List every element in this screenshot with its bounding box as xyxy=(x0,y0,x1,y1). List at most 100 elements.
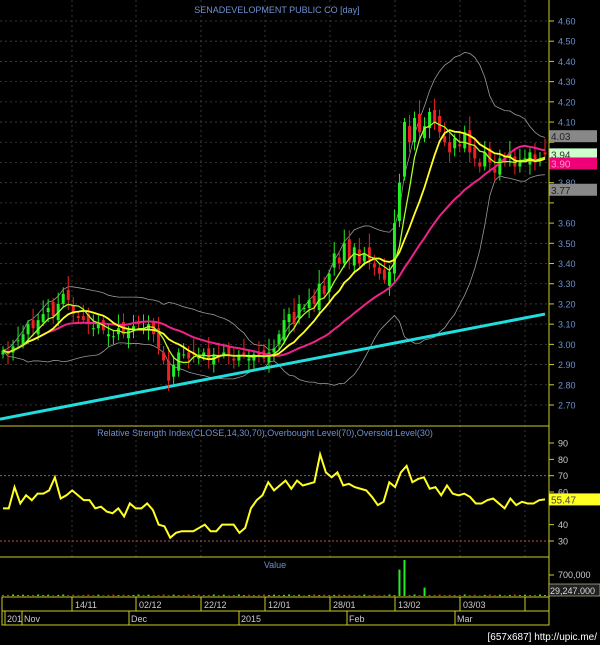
price-tick-label: 4.40 xyxy=(558,57,576,67)
candle-body xyxy=(81,316,85,321)
candle-body xyxy=(21,334,25,345)
volume-bar xyxy=(383,594,386,596)
volume-bar xyxy=(162,594,165,596)
volume-bar xyxy=(288,594,291,596)
candle-body xyxy=(312,295,316,304)
price-tick-label: 3.20 xyxy=(558,299,576,309)
candle-body xyxy=(387,271,391,286)
volume-bar xyxy=(303,595,306,596)
volume-bar xyxy=(72,594,75,596)
volume-bar xyxy=(187,594,190,596)
footer-watermark: [657x687] http://upic.me/ xyxy=(487,632,597,643)
volume-bar xyxy=(17,595,20,596)
volume-bar xyxy=(177,595,180,596)
candle-body xyxy=(287,314,291,323)
candle-body xyxy=(126,330,130,339)
volume-bar xyxy=(67,595,70,596)
volume-bar xyxy=(458,594,461,596)
volume-bar xyxy=(127,595,130,596)
candle-body xyxy=(413,118,417,143)
candle-body xyxy=(402,122,406,177)
rsi-line xyxy=(3,450,546,540)
volume-bar xyxy=(388,594,391,596)
candle-body xyxy=(111,336,115,338)
volume-bar xyxy=(112,594,115,596)
volume-bar xyxy=(473,594,476,596)
candle-body xyxy=(167,360,171,381)
rsi-title: Relative Strength Index(CLOSE,14,30,70),… xyxy=(97,428,433,438)
candle-body xyxy=(41,314,45,323)
volume-bar xyxy=(242,595,245,596)
price-tick-label: 3.40 xyxy=(558,259,576,269)
candle-body xyxy=(443,136,447,143)
volume-bar xyxy=(222,594,225,596)
candle-body xyxy=(458,144,462,147)
candle-body xyxy=(187,352,191,359)
rsi-panel xyxy=(0,450,549,542)
volume-bar xyxy=(408,594,411,596)
candle-body xyxy=(66,289,70,300)
rsi-tick-label: 90 xyxy=(558,439,568,449)
volume-bar xyxy=(167,595,170,596)
candle-body xyxy=(46,307,50,313)
volume-bar xyxy=(137,594,140,596)
volume-bar xyxy=(207,594,210,596)
volume-bar xyxy=(538,594,541,596)
volume-bar xyxy=(453,595,456,596)
volume-bar xyxy=(22,594,25,596)
volume-value-label: 29,247.000 xyxy=(550,586,595,596)
candle-body xyxy=(232,358,236,361)
volume-bar xyxy=(423,587,426,596)
candle-body xyxy=(292,312,296,325)
month-label: Feb xyxy=(349,614,365,624)
volume-bar xyxy=(42,595,45,596)
volume-bar xyxy=(308,594,311,596)
volume-bar xyxy=(483,594,486,596)
volume-bar xyxy=(147,594,150,596)
volume-bar xyxy=(448,594,451,596)
price-tick-label: 3.00 xyxy=(558,340,576,350)
volume-bar xyxy=(338,594,341,596)
candle-body xyxy=(408,126,411,143)
volume-bar xyxy=(348,594,351,596)
rsi-tick-label: 40 xyxy=(558,520,568,530)
price-tick-label: 2.90 xyxy=(558,360,576,370)
volume-bar xyxy=(544,595,546,596)
chart-title: SENADEVELOPMENT PUBLIC CO [day] xyxy=(194,5,359,15)
price-marker-label: 3.90 xyxy=(551,159,571,170)
volume-bar xyxy=(142,595,145,596)
price-tick-label: 4.30 xyxy=(558,77,576,87)
volume-tick-label: 700,000 xyxy=(558,570,591,580)
volume-bar xyxy=(488,594,491,596)
price-tick-label: 4.20 xyxy=(558,97,576,107)
candle-body xyxy=(277,334,281,345)
date-tick-label: 12/01 xyxy=(268,600,291,610)
volume-bar xyxy=(318,595,321,596)
volume-bar xyxy=(27,595,30,596)
volume-bar xyxy=(202,595,205,596)
candle-body xyxy=(31,320,35,329)
candle-body xyxy=(307,299,311,308)
date-tick-label: 22/12 xyxy=(204,600,227,610)
candle-body xyxy=(342,243,346,264)
volume-bar xyxy=(77,595,80,596)
candle-body xyxy=(352,247,356,266)
candle-body xyxy=(207,348,211,359)
volume-bar xyxy=(212,594,215,596)
candle-body xyxy=(543,152,547,155)
volume-bar xyxy=(252,595,255,596)
candle-body xyxy=(337,257,341,264)
candle-body xyxy=(322,285,326,294)
volume-bar xyxy=(353,595,356,596)
candle-body xyxy=(382,269,386,280)
volume-bar xyxy=(262,594,265,596)
month-label: 2015 xyxy=(241,614,261,624)
volume-bar xyxy=(92,595,95,596)
candle-body xyxy=(317,283,321,311)
candle-body xyxy=(76,316,80,319)
candle-body xyxy=(237,356,241,361)
volume-bar xyxy=(247,594,250,596)
candle-body xyxy=(478,162,482,167)
volume-bar xyxy=(82,594,85,596)
volume-bar xyxy=(182,594,185,596)
